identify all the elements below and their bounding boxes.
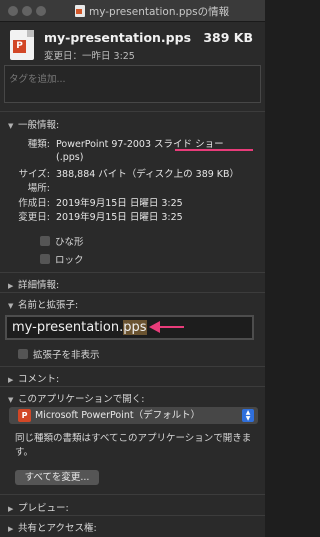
hide-extension-checkbox-row[interactable]: 拡張子を非表示	[18, 347, 100, 361]
title-bar: my-presentation.ppsの情報	[0, 0, 265, 22]
comments-title: コメント:	[18, 374, 60, 385]
window-title: my-presentation.ppsの情報	[89, 6, 230, 18]
size-value: 388,884 バイト（ディスク上の 389 KB）	[56, 169, 240, 180]
sharing-permissions-header[interactable]: ▶ 共有とアクセス権:	[8, 520, 97, 534]
powerpoint-file-icon[interactable]: P	[10, 30, 34, 60]
powerpoint-app-icon: P	[18, 409, 31, 422]
info-window: my-presentation.ppsの情報 P my-presentation…	[0, 0, 265, 537]
created-value: 2019年9月15日 日曜日 3:25	[56, 198, 183, 209]
tags-input[interactable]: タグを追加...	[4, 65, 261, 103]
hide-extension-label: 拡張子を非表示	[33, 350, 100, 361]
file-name-heading: my-presentation.pps	[44, 30, 192, 45]
annotation-arrow-shaft	[158, 326, 184, 328]
disclosure-expanded-icon[interactable]: ▼	[8, 302, 18, 310]
general-info-title: 一般情報:	[18, 120, 60, 131]
open-with-title: このアプリケーションで開く:	[18, 394, 145, 405]
locked-label: ロック	[55, 255, 84, 266]
size-label: サイズ:	[18, 169, 50, 180]
section-divider	[0, 292, 265, 293]
document-proxy-icon[interactable]	[75, 5, 85, 17]
created-label: 作成日:	[18, 198, 50, 209]
name-extension-header[interactable]: ▼ 名前と拡張子:	[8, 297, 78, 311]
file-name-input[interactable]: my-presentation.pps	[5, 315, 254, 340]
zoom-window-button[interactable]	[36, 6, 46, 16]
more-info-title: 詳細情報:	[18, 280, 60, 291]
stationery-checkbox[interactable]	[40, 236, 50, 246]
kind-label: 種類:	[27, 139, 50, 150]
locked-checkbox[interactable]	[40, 254, 50, 264]
more-info-header[interactable]: ▶ 詳細情報:	[8, 277, 59, 291]
name-extension-title: 名前と拡張子:	[18, 300, 79, 311]
general-info-header[interactable]: ▼ 一般情報:	[8, 117, 59, 131]
select-arrows-icon[interactable]: ▲ ▼	[242, 409, 254, 422]
disclosure-collapsed-icon[interactable]: ▶	[8, 376, 18, 384]
where-label: 場所:	[27, 183, 50, 194]
open-with-header[interactable]: ▼ このアプリケーションで開く:	[8, 391, 145, 405]
comments-header[interactable]: ▶ コメント:	[8, 371, 59, 385]
change-all-button[interactable]: すべてを変更...	[15, 470, 99, 485]
stationery-label: ひな形	[55, 237, 84, 248]
disclosure-collapsed-icon[interactable]: ▶	[8, 525, 18, 533]
modified-value: 2019年9月15日 日曜日 3:25	[56, 212, 183, 223]
preview-header[interactable]: ▶ プレビュー:	[8, 500, 69, 514]
section-divider	[0, 272, 265, 273]
kind-highlight-underline	[175, 149, 253, 151]
hide-extension-checkbox[interactable]	[18, 349, 28, 359]
file-name-base: my-presentation.	[12, 320, 124, 335]
disclosure-collapsed-icon[interactable]: ▶	[8, 505, 18, 513]
modified-summary: 変更日：一昨日 3:25	[44, 51, 135, 62]
locked-checkbox-row[interactable]: ロック	[40, 252, 84, 266]
section-divider	[0, 366, 265, 367]
modified-label: 変更日:	[18, 212, 50, 223]
open-with-app-select[interactable]: P Microsoft PowerPoint（デフォルト） ▲ ▼	[9, 407, 258, 424]
kind-value: PowerPoint 97-2003 スライド ショー	[56, 139, 224, 150]
sharing-permissions-title: 共有とアクセス権:	[18, 523, 97, 534]
file-size: 389 KB	[203, 30, 253, 45]
open-with-description: 同じ種類の書類はすべてこのアプリケーションで開きます。	[15, 433, 252, 458]
section-divider	[0, 515, 265, 516]
close-window-button[interactable]	[8, 6, 18, 16]
kind-value-extension: (.pps)	[56, 152, 84, 163]
minimize-window-button[interactable]	[22, 6, 32, 16]
section-divider	[0, 494, 265, 495]
preview-title: プレビュー:	[18, 503, 69, 514]
open-with-app-value: Microsoft PowerPoint（デフォルト）	[35, 410, 201, 421]
disclosure-expanded-icon[interactable]: ▼	[8, 122, 18, 130]
section-divider	[0, 111, 265, 112]
stationery-checkbox-row[interactable]: ひな形	[40, 234, 84, 248]
file-extension-selection: pps	[123, 320, 147, 335]
disclosure-expanded-icon[interactable]: ▼	[8, 396, 18, 404]
disclosure-collapsed-icon[interactable]: ▶	[8, 282, 18, 290]
section-divider	[0, 386, 265, 387]
